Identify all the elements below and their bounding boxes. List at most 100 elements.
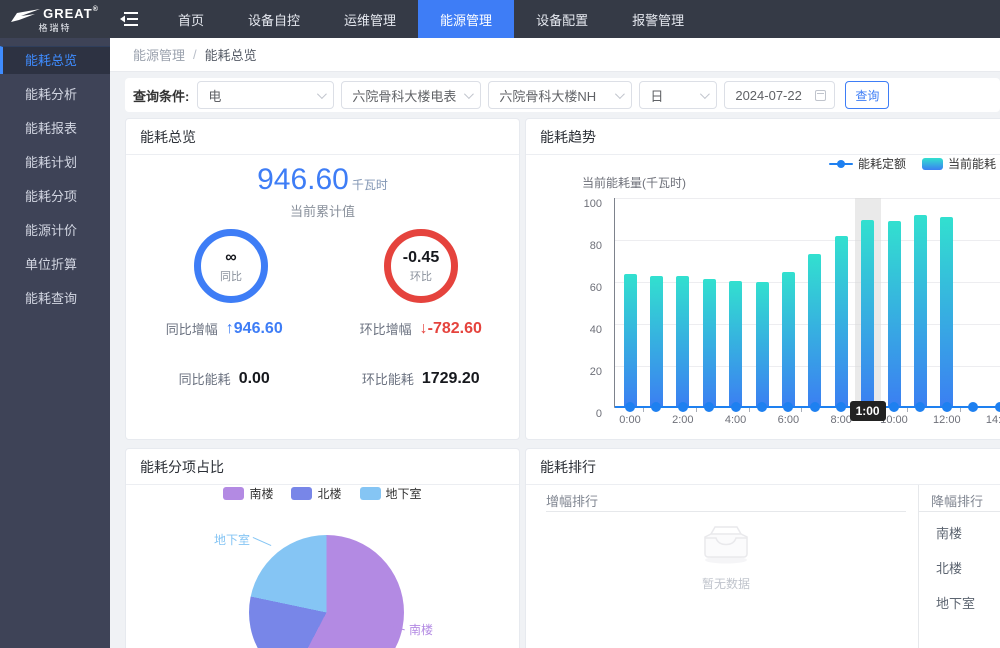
nav-item-ops[interactable]: 运维管理 xyxy=(322,0,418,38)
meter-select[interactable]: 六院骨科大楼电表 xyxy=(341,81,481,109)
x-axis-tick xyxy=(801,408,802,412)
chevron-down-icon xyxy=(317,89,327,99)
energy-type-select[interactable]: 电 xyxy=(197,81,334,109)
nav-item-energy[interactable]: 能源管理 xyxy=(418,0,514,38)
trend-bar[interactable] xyxy=(676,276,689,407)
quota-dot xyxy=(942,402,952,412)
quota-dot xyxy=(678,402,688,412)
up-arrow-icon: ↑ xyxy=(226,320,234,337)
breadcrumb-parent[interactable]: 能源管理 xyxy=(133,45,185,64)
legend-quota-label: 能耗定额 xyxy=(858,155,906,172)
yoy-growth: 同比增幅 ↑946.60 xyxy=(126,319,323,338)
mom-energy: 环比能耗 1729.20 xyxy=(323,369,520,388)
trend-bar[interactable] xyxy=(650,276,663,407)
trend-bar[interactable] xyxy=(756,282,769,407)
trend-bar[interactable] xyxy=(808,254,821,407)
legend-basement[interactable]: 地下室 xyxy=(360,485,422,502)
sidebar-item-pricing[interactable]: 能源计价 xyxy=(0,218,110,244)
logo-swoosh-icon xyxy=(11,9,41,23)
pie-label-line-basement xyxy=(253,537,272,546)
trend-bar[interactable] xyxy=(888,221,901,407)
date-picker[interactable]: 2024-07-22 xyxy=(724,81,835,109)
current-total-unit: 千瓦时 xyxy=(352,178,388,192)
trend-bar[interactable] xyxy=(835,236,848,407)
nav-item-home[interactable]: 首页 xyxy=(156,0,226,38)
trend-bar[interactable] xyxy=(861,220,874,407)
x-axis-tick-label: 6:00 xyxy=(768,414,808,426)
sidebar-item-query[interactable]: 能耗查询 xyxy=(0,286,110,312)
yoy-ring-value: ∞ xyxy=(225,249,236,267)
nav-item-device-auto[interactable]: 设备自控 xyxy=(226,0,322,38)
pie-chart[interactable] xyxy=(249,535,404,648)
x-axis-tick-label: 12:00 xyxy=(927,414,967,426)
legend-south[interactable]: 南楼 xyxy=(223,485,273,502)
legend-basement-swatch xyxy=(360,487,381,500)
mom-energy-label: 环比能耗 xyxy=(362,369,414,388)
y-axis-tick-label: 60 xyxy=(564,282,602,294)
rank-card: 能耗排行 增幅排行 降幅排行 暂无数据 南楼 北楼 地下室 xyxy=(525,448,1000,648)
trend-bar[interactable] xyxy=(782,272,795,407)
rank-right-divider xyxy=(918,511,1000,512)
pie-card: 能耗分项占比 南楼 北楼 地下室 地下室 南楼 北楼 xyxy=(125,448,520,648)
yoy-energy: 同比能耗 0.00 xyxy=(126,369,323,388)
logo-text: GREAT® xyxy=(43,6,99,21)
y-axis-tick-label: 0 xyxy=(564,408,602,420)
main-nav: 首页 设备自控 运维管理 能源管理 设备配置 报警管理 xyxy=(156,0,706,38)
nav-item-alarm[interactable]: 报警管理 xyxy=(610,0,706,38)
sidebar-item-report[interactable]: 能耗报表 xyxy=(0,116,110,142)
legend-north-swatch xyxy=(291,487,312,500)
date-value: 2024-07-22 xyxy=(735,88,802,103)
rank-decrease-title: 降幅排行 xyxy=(931,491,983,510)
sidebar-item-unit-convert[interactable]: 单位折算 xyxy=(0,252,110,278)
rank-item-north: 北楼 xyxy=(936,558,962,577)
overview-card: 能耗总览 946.60千瓦时 当前累计值 ∞ 同比 -0.45 环比 同比增幅 … xyxy=(125,118,520,440)
empty-text: 暂无数据 xyxy=(681,575,771,592)
yoy-growth-value: ↑946.60 xyxy=(226,320,283,338)
legend-quota[interactable]: 能耗定额 xyxy=(829,155,906,172)
sidebar-item-plan[interactable]: 能耗计划 xyxy=(0,150,110,176)
legend-north-label: 北楼 xyxy=(317,485,341,502)
legend-current-label: 当前能耗 xyxy=(948,155,996,172)
search-button[interactable]: 查询 xyxy=(845,81,889,109)
pie-label-south: 南楼 xyxy=(409,621,433,638)
rank-item-basement: 地下室 xyxy=(936,593,975,612)
sidebar-item-analysis[interactable]: 能耗分析 xyxy=(0,82,110,108)
nav-item-device-config[interactable]: 设备配置 xyxy=(514,0,610,38)
trend-legend: 能耗定额 当前能耗 xyxy=(829,155,996,172)
legend-bar-marker xyxy=(922,158,943,170)
trend-bar[interactable] xyxy=(729,281,742,407)
building-select[interactable]: 六院骨科大楼NH xyxy=(488,81,632,109)
axis-pointer-tooltip: 1:00 xyxy=(850,401,886,421)
quota-dot xyxy=(704,402,714,412)
brand-logo: GREAT® 格瑞特 xyxy=(0,0,110,38)
x-axis-tick xyxy=(960,408,961,412)
energy-type-value: 电 xyxy=(208,86,221,105)
quota-dot xyxy=(889,402,899,412)
yoy-ring: ∞ 同比 xyxy=(194,229,268,303)
yoy-energy-value: 0.00 xyxy=(239,370,270,388)
overview-card-title: 能耗总览 xyxy=(126,119,519,155)
period-select[interactable]: 日 xyxy=(639,81,717,109)
legend-south-label: 南楼 xyxy=(249,485,273,502)
sidebar-item-subitem[interactable]: 能耗分项 xyxy=(0,184,110,210)
top-navbar: GREAT® 格瑞特 首页 设备自控 运维管理 能源管理 设备配置 报警管理 xyxy=(0,0,1000,38)
trend-bar[interactable] xyxy=(914,215,927,407)
rank-left-divider xyxy=(546,511,906,512)
menu-collapse-icon[interactable] xyxy=(110,0,148,38)
legend-current[interactable]: 当前能耗 xyxy=(922,155,996,172)
x-axis-tick xyxy=(907,408,908,412)
empty-state: 暂无数据 xyxy=(681,524,771,592)
trend-bar[interactable] xyxy=(940,217,953,407)
trend-bar[interactable] xyxy=(703,279,716,407)
x-axis-tick-label: 0:00 xyxy=(610,414,650,426)
y-axis-tick-label: 40 xyxy=(564,324,602,336)
query-bar: 查询条件: 电 六院骨科大楼电表 六院骨科大楼NH 日 2024-07-22 查… xyxy=(125,78,1000,112)
down-arrow-icon: ↓ xyxy=(420,320,428,337)
y-axis-labels: 020406080100 xyxy=(564,191,608,421)
legend-north[interactable]: 北楼 xyxy=(291,485,341,502)
mom-ring-value: -0.45 xyxy=(403,249,439,267)
rank-vertical-divider xyxy=(918,485,919,648)
chevron-down-icon xyxy=(464,89,474,99)
trend-bar[interactable] xyxy=(624,274,637,407)
sidebar-item-overview[interactable]: 能耗总览 xyxy=(0,46,110,74)
